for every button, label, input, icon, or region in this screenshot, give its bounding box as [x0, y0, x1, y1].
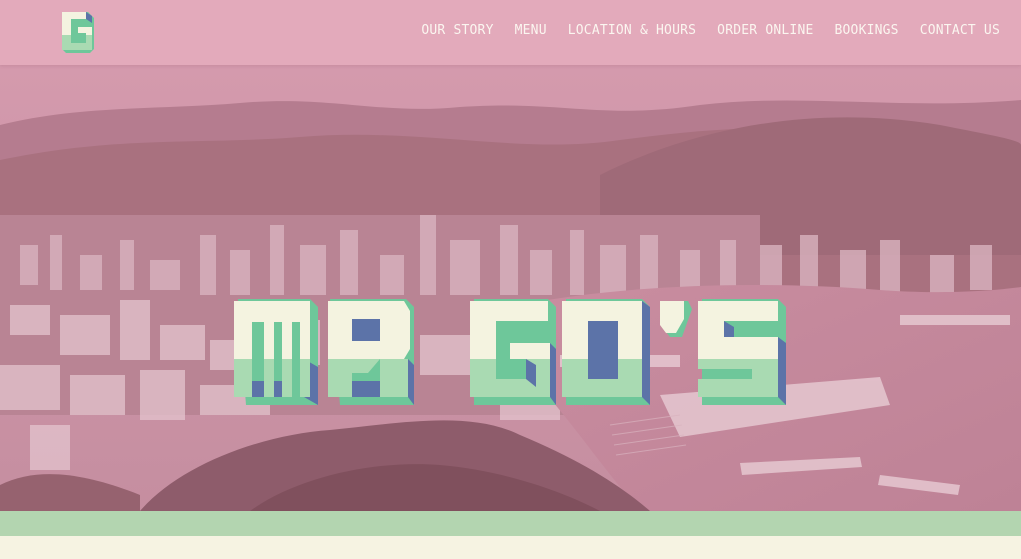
title-letter-o: [562, 299, 650, 405]
g-logo-icon: [62, 12, 94, 53]
title-letter-m: [234, 299, 318, 405]
title-apostrophe: [660, 301, 692, 337]
nav-contact-us[interactable]: CONTACT US: [920, 23, 1000, 38]
nav-our-story[interactable]: OUR STORY: [421, 23, 493, 38]
logo-link[interactable]: [60, 9, 96, 53]
hero-title-mr-gos: [234, 299, 786, 405]
nav-order-online[interactable]: ORDER ONLINE: [717, 23, 813, 38]
nav-menu[interactable]: MENU: [515, 23, 547, 38]
title-letter-r: [328, 299, 414, 405]
nav-location-hours[interactable]: LOCATION & HOURS: [568, 23, 696, 38]
hero-section: [0, 65, 1021, 511]
site-header: OUR STORY MENU LOCATION & HOURS ORDER ON…: [0, 0, 1021, 65]
title-letter-s: [698, 299, 786, 405]
main-nav: OUR STORY MENU LOCATION & HOURS ORDER ON…: [421, 19, 1000, 41]
hero-city-image: [0, 65, 1021, 511]
content-area: [0, 536, 1021, 559]
title-letter-g: [470, 299, 556, 405]
nav-bookings[interactable]: BOOKINGS: [835, 23, 899, 38]
mint-divider-stripe: [0, 511, 1021, 536]
